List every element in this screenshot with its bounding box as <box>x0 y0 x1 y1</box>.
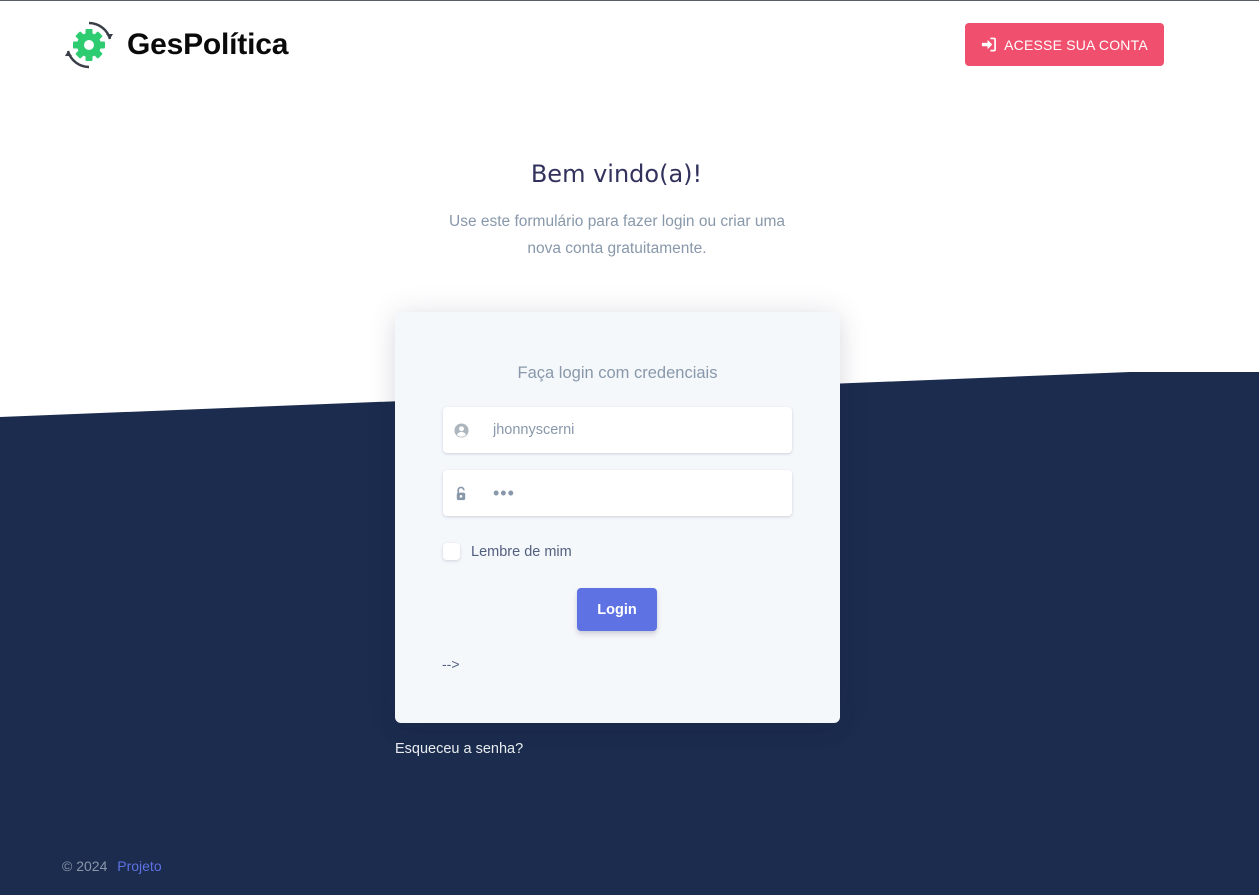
access-account-label: ACESSE SUA CONTA <box>1004 36 1148 53</box>
login-button[interactable]: Login <box>577 588 657 631</box>
welcome-lead: Use este formulário para fazer login ou … <box>425 208 809 262</box>
lead-line-1: Use este formulário para fazer login ou … <box>449 213 785 230</box>
gear-refresh-icon <box>65 21 113 69</box>
copyright-text: © 2024 <box>62 858 108 874</box>
welcome-title: Bem vindo(a)! <box>530 160 703 188</box>
brand-name: GesPolítica <box>127 28 289 61</box>
remember-me[interactable]: Lembre de mim <box>443 543 572 560</box>
username-input[interactable] <box>491 421 775 439</box>
footer-project-link[interactable]: Projeto <box>117 858 161 874</box>
login-card-title: Faça login com credenciais <box>517 364 718 382</box>
user-circle-icon <box>453 422 469 438</box>
footer: © 2024 Projeto <box>62 858 162 874</box>
access-account-button[interactable]: ACESSE SUA CONTA <box>965 23 1164 66</box>
forgot-password-link[interactable]: Esqueceu a senha? <box>395 741 523 757</box>
login-card: Faça login com credenciais Lembre de mim… <box>395 312 840 723</box>
lock-open-icon <box>453 485 469 501</box>
username-field[interactable] <box>443 407 792 453</box>
password-input[interactable] <box>491 481 775 505</box>
password-field[interactable] <box>443 470 792 516</box>
sign-in-icon <box>982 37 997 52</box>
lead-line-2: nova conta gratuitamente. <box>527 240 707 257</box>
stray-text: --> <box>442 656 460 672</box>
brand-logo[interactable]: GesPolítica <box>64 20 288 70</box>
remember-me-label[interactable]: Lembre de mim <box>471 544 572 560</box>
remember-me-checkbox[interactable] <box>443 543 460 560</box>
